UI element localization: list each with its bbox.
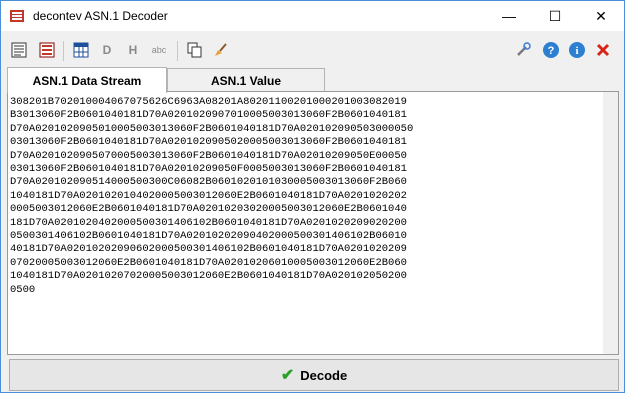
stream-line: 1040181D70A02010207020005003012060E2B060…: [10, 270, 407, 283]
view-list-icon[interactable]: [35, 38, 59, 62]
info-icon[interactable]: i: [565, 38, 589, 62]
stream-line: 0500301406102B0601040181D70A020102020904…: [10, 230, 407, 243]
decode-button-label: Decode: [300, 367, 348, 383]
stream-line: D70A0201020905010005003013060F2B06010401…: [10, 122, 414, 135]
minimize-button[interactable]: —: [486, 1, 532, 31]
data-stream-textarea[interactable]: 308201B702010004067075626C6963A08201A802…: [10, 96, 602, 350]
vertical-scrollbar[interactable]: [603, 92, 618, 354]
maximize-button[interactable]: ☐: [532, 1, 578, 31]
stream-line: 07020005003012060E2B0601040181D70A020102…: [10, 256, 407, 269]
settings-wrench-icon[interactable]: [511, 38, 535, 62]
stream-line: 1040181D70A0201020104020005003012060E2B0…: [10, 189, 407, 202]
stream-line: B3013060F2B0601040181D70A020102090701000…: [10, 109, 407, 122]
window-title: decontev ASN.1 Decoder: [33, 9, 168, 23]
stream-line: 03013060F2B0601040181D70A020102090502000…: [10, 136, 407, 149]
help-icon[interactable]: ?: [539, 38, 563, 62]
app-window: decontev ASN.1 Decoder — ☐ ✕ D H abc ? i…: [0, 0, 625, 393]
stream-line: 0500: [10, 283, 36, 296]
stream-line: 181D70A0201020402000500301406102B0601040…: [10, 216, 407, 229]
decode-button[interactable]: ✔ Decode: [9, 359, 619, 391]
svg-text:i: i: [575, 45, 578, 57]
clear-brush-icon[interactable]: [209, 38, 233, 62]
copy-icon[interactable]: [183, 38, 207, 62]
decimal-icon[interactable]: D: [95, 38, 119, 62]
tab-strip: ASN.1 Data Stream ASN.1 Value: [7, 67, 623, 93]
stream-line: D70A0201020905070005003013060F2B06010401…: [10, 149, 407, 162]
svg-text:?: ?: [548, 45, 555, 57]
abc-icon[interactable]: abc: [147, 38, 171, 62]
toolbar: D H abc ? i: [1, 38, 624, 66]
tab-asn1-value[interactable]: ASN.1 Value: [167, 68, 325, 92]
close-button[interactable]: ✕: [578, 1, 624, 31]
tab-asn1-data-stream[interactable]: ASN.1 Data Stream: [7, 67, 167, 93]
stream-line: D70A020102090514000500300C06082B06010201…: [10, 176, 407, 189]
hex-icon[interactable]: H: [121, 38, 145, 62]
stream-line: 0005003012060E2B0601040181D70A0201020302…: [10, 203, 407, 216]
exit-icon[interactable]: [591, 38, 615, 62]
title-bar: decontev ASN.1 Decoder — ☐ ✕: [1, 1, 624, 31]
grid-icon[interactable]: [69, 38, 93, 62]
app-icon: [10, 10, 24, 22]
view-text-icon[interactable]: [7, 38, 31, 62]
stream-line: 03013060F2B0601040181D70A02010209050F000…: [10, 163, 407, 176]
stream-line: 308201B702010004067075626C6963A08201A802…: [10, 96, 407, 108]
checkmark-icon: ✔: [280, 367, 295, 384]
stream-line: 40181D70A02010202090602000500301406102B0…: [10, 243, 407, 256]
data-stream-panel: 308201B702010004067075626C6963A08201A802…: [7, 91, 619, 355]
